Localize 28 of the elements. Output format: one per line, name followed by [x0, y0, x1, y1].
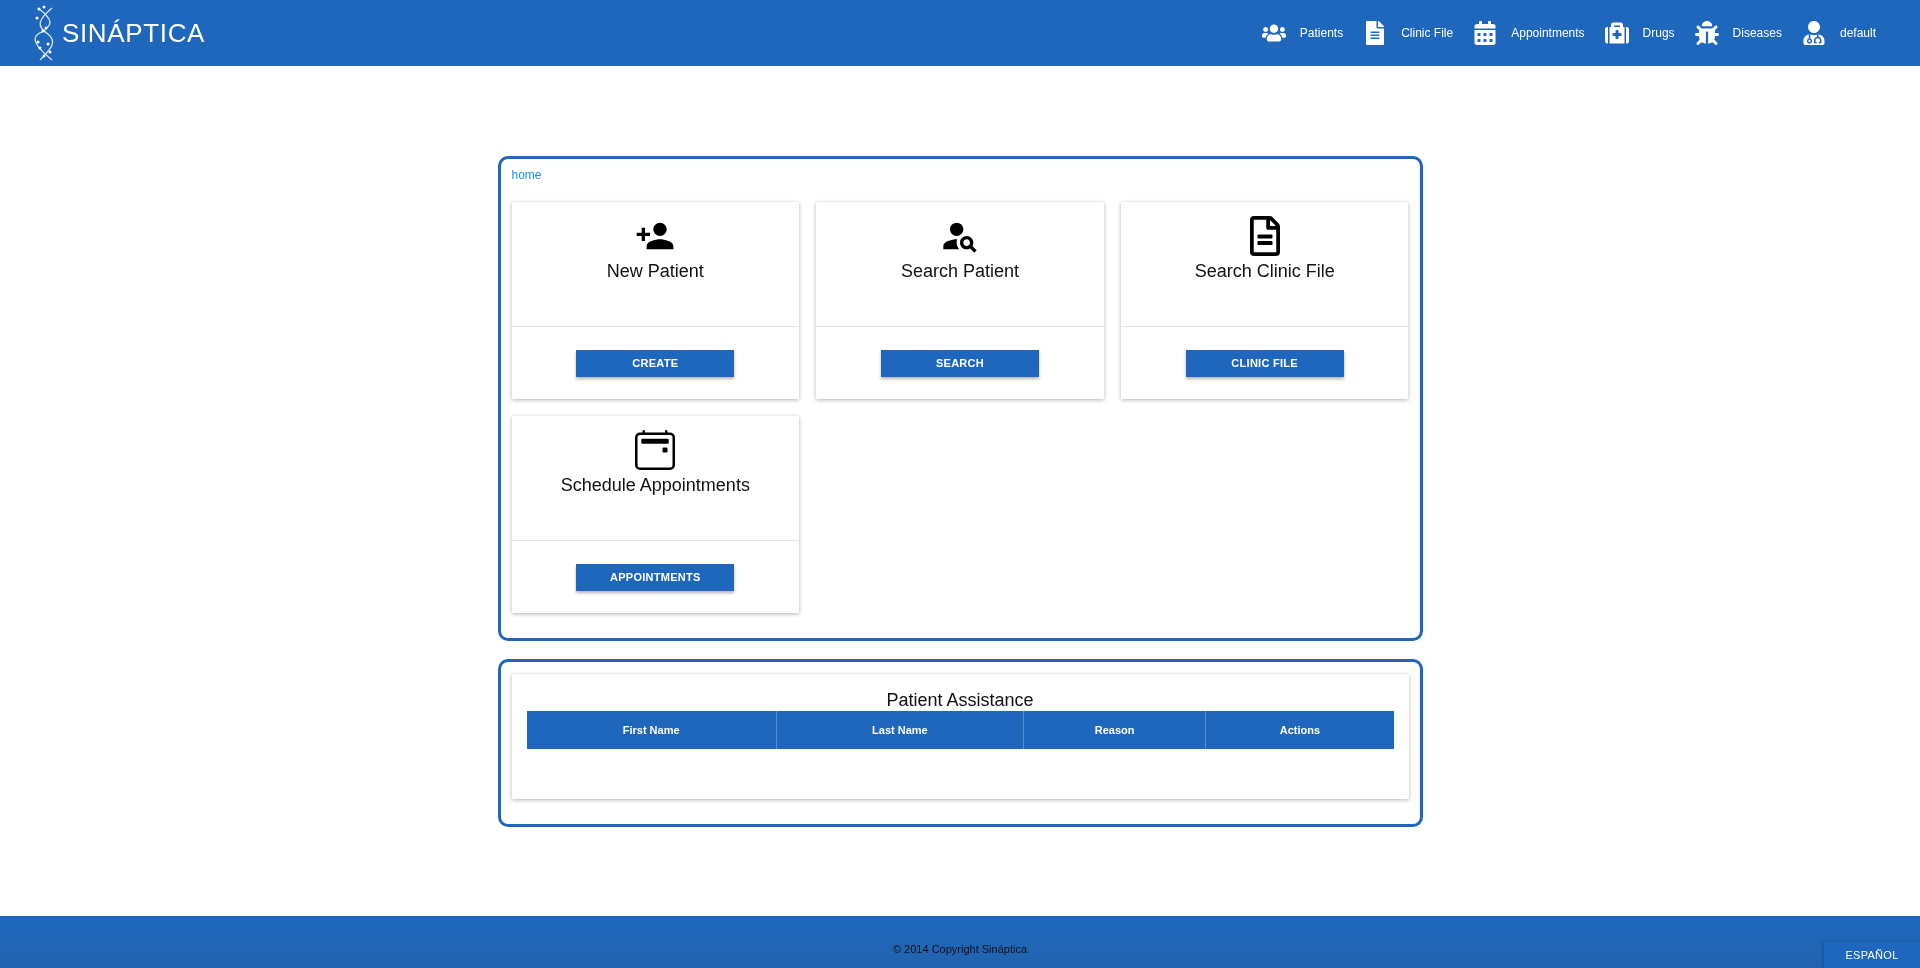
nav-link[interactable]: Drugs [1604, 21, 1675, 45]
card-action-button[interactable]: SEARCH [881, 349, 1039, 377]
assistance-title: Patient Assistance [885, 689, 1035, 711]
nav-link[interactable]: Appointments [1473, 21, 1585, 45]
column-header: Reason [1023, 711, 1206, 749]
column-header: Last Name [775, 711, 1024, 749]
column-header: First Name [621, 722, 681, 738]
bug-icon [1694, 21, 1719, 45]
calendar-icon [635, 430, 676, 470]
column-header: Actions [1205, 711, 1394, 749]
doctor-icon [1801, 21, 1826, 45]
card-title: Search Clinic File [1194, 260, 1335, 283]
nav-link[interactable]: Patients [1261, 21, 1344, 45]
card-action-button[interactable]: APPOINTMENTS [576, 563, 735, 591]
language-button[interactable]: ESPAÑOL [1824, 942, 1920, 968]
card-title: New Patient [606, 260, 704, 283]
card-title: Schedule Appointments [560, 474, 750, 497]
nav-link[interactable]: default [1801, 21, 1876, 45]
nav-link[interactable]: Diseases [1694, 21, 1782, 45]
card-title: Search Patient [900, 260, 1020, 283]
medical-kit-icon [1604, 21, 1629, 45]
card-action-button[interactable]: CLINIC FILE [1185, 349, 1344, 377]
breadcrumb-link[interactable]: home [511, 166, 542, 184]
calendar-icon [1473, 21, 1498, 45]
brand-logo-text: SINÁPTICA [62, 16, 206, 50]
copyright-text: © 2014 Copyright Sináptica [892, 941, 1028, 957]
card-action-button[interactable]: CREATE [576, 349, 735, 377]
nav-link[interactable]: Clinic File [1363, 21, 1454, 45]
